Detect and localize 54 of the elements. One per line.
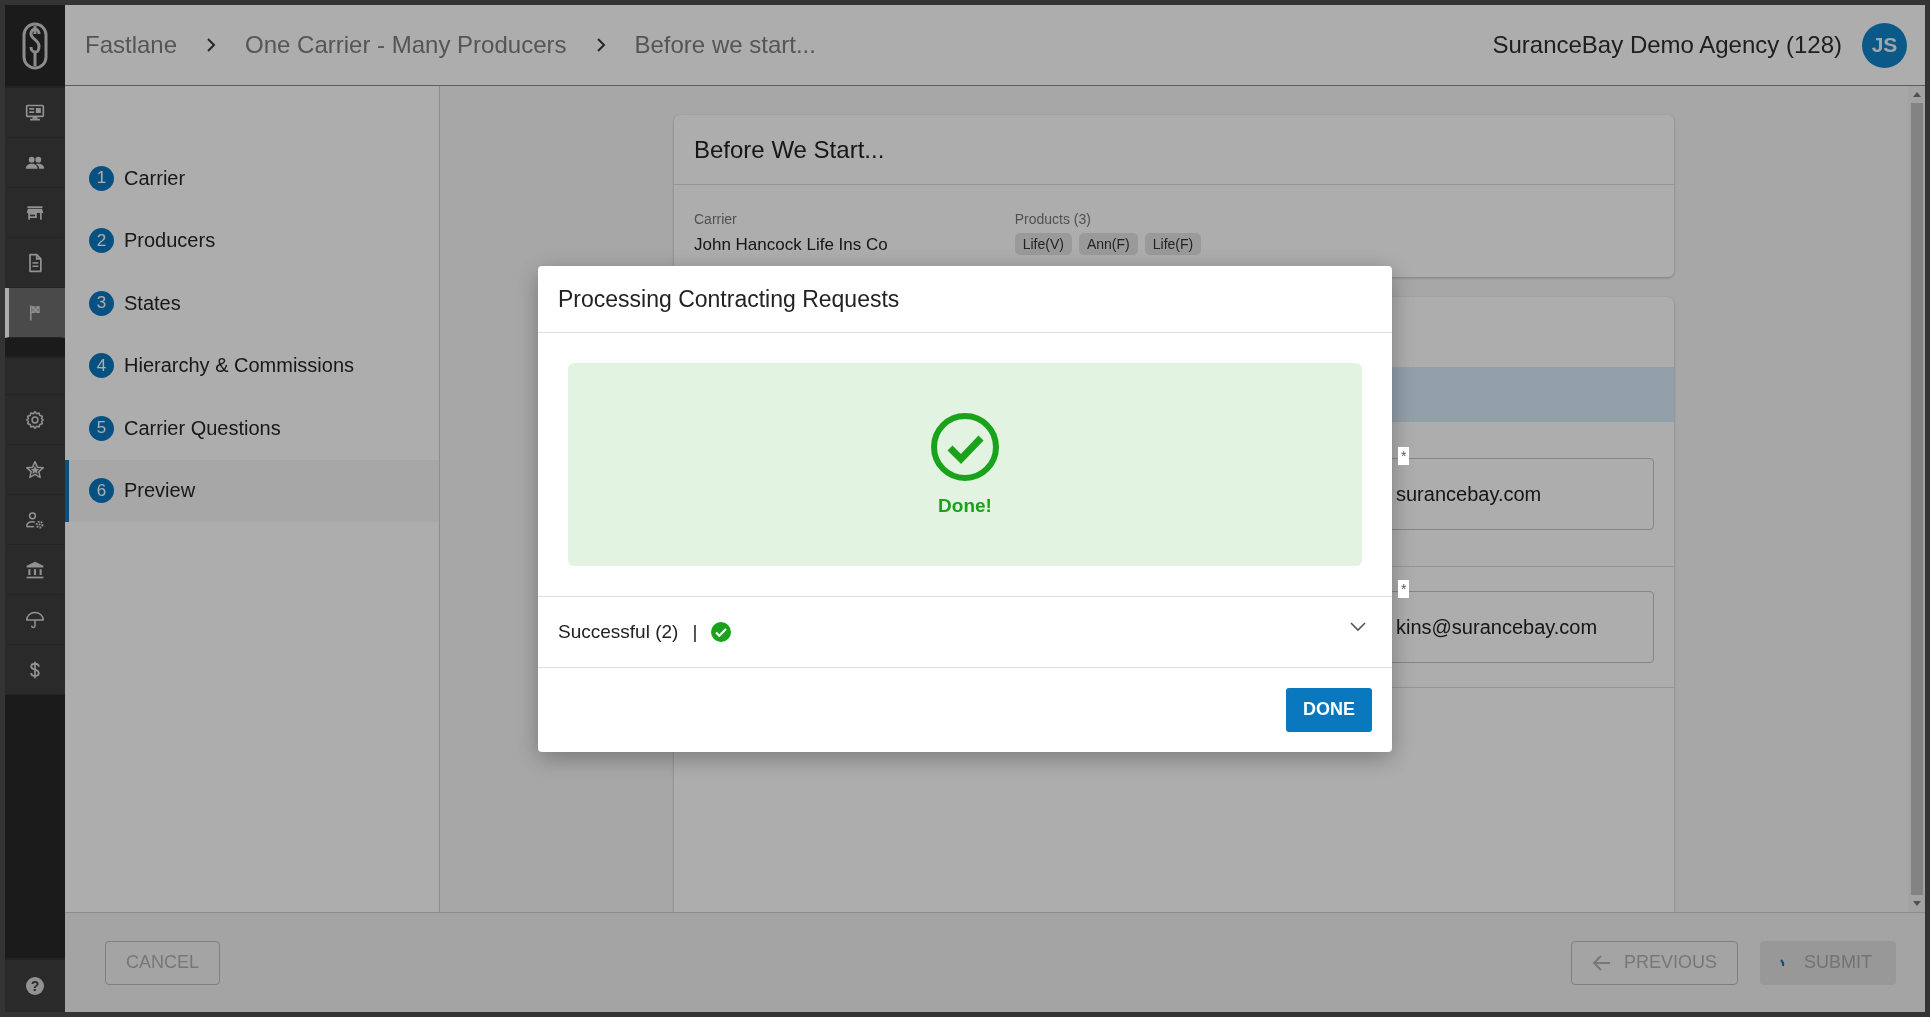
star-icon xyxy=(25,459,45,480)
step-number: 1 xyxy=(89,165,114,191)
arrow-left-icon xyxy=(1591,952,1612,973)
dialog-title: Processing Contracting Requests xyxy=(538,265,1392,333)
field-label: Products (3) xyxy=(1014,211,1092,227)
step-number: 6 xyxy=(89,478,114,504)
nav-button[interactable] xyxy=(5,288,65,338)
step-label: Preview xyxy=(124,479,196,503)
product-tag: Life(F) xyxy=(1144,233,1202,255)
step-item[interactable]: 1 Carrier xyxy=(65,147,439,210)
step-number: 2 xyxy=(89,228,114,254)
breadcrumb-text: Before we start... xyxy=(634,31,816,59)
status-text: Done! xyxy=(938,495,992,517)
step-number: 4 xyxy=(89,353,114,379)
field-label: * xyxy=(1398,447,1410,465)
step-label: Carrier Questions xyxy=(124,416,281,440)
product-tag: Life(V) xyxy=(1014,233,1072,255)
person-gear-icon xyxy=(25,509,45,530)
scrollbar[interactable] xyxy=(1908,86,1925,912)
step-label: Producers xyxy=(124,229,216,253)
step-label: Carrier xyxy=(124,166,186,190)
step-label: States xyxy=(124,291,181,315)
step-item[interactable]: 3 States xyxy=(65,272,439,335)
result-count: Successful (2) xyxy=(558,620,679,643)
done-button[interactable]: DONE xyxy=(1286,687,1372,732)
monitor-icon xyxy=(25,102,45,123)
field-value: surancebay.com xyxy=(1396,482,1542,506)
chevron-right-icon xyxy=(594,37,607,53)
step-number: 3 xyxy=(89,290,114,316)
step-number: 5 xyxy=(89,415,114,441)
chevron-right-icon xyxy=(205,37,218,53)
check-circle-icon xyxy=(929,411,1001,483)
field-label: * xyxy=(1398,580,1410,598)
step-item[interactable]: 4 Hierarchy & Commissions xyxy=(65,334,439,397)
field-value: kins@surancebay.com xyxy=(1396,615,1598,639)
umbrella-icon xyxy=(25,609,45,630)
carrier-name: John Hancock Life Ins Co xyxy=(694,235,888,255)
step-label: Hierarchy & Commissions xyxy=(124,354,355,378)
step-item[interactable]: 5 Carrier Questions xyxy=(65,397,439,460)
separator: | xyxy=(692,620,698,643)
step-item[interactable]: 2 Producers xyxy=(65,209,439,272)
card-title: Before We Start... xyxy=(674,115,1674,185)
email-field[interactable]: * surancebay.com xyxy=(1342,447,1654,530)
bank-icon xyxy=(25,559,45,580)
logo-icon xyxy=(22,21,48,70)
help-button[interactable]: ? xyxy=(26,977,44,995)
step-item[interactable]: 6 Preview xyxy=(65,459,439,522)
results-row[interactable]: Successful (2) | xyxy=(538,596,1392,668)
gear-icon xyxy=(25,409,45,430)
product-tag: Ann(F) xyxy=(1078,233,1138,255)
agency-name[interactable]: SuranceBay Demo Agency (128) xyxy=(1492,31,1842,59)
chevron-down-icon xyxy=(1350,621,1366,632)
field-label: Carrier xyxy=(694,211,738,227)
check-circle-icon xyxy=(711,621,732,642)
